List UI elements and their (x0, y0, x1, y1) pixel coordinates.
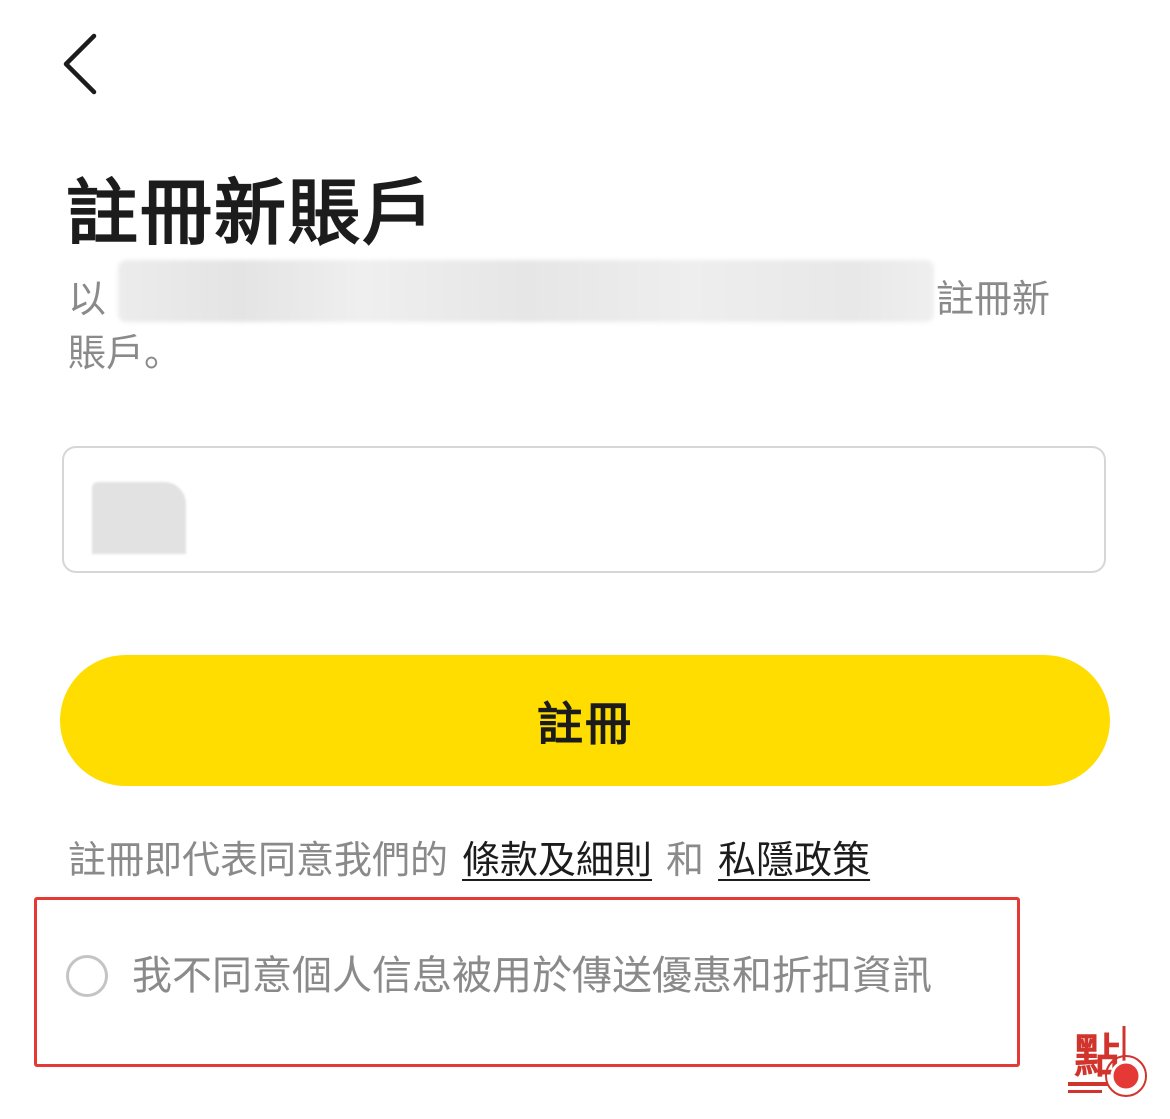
back-button[interactable] (50, 28, 110, 100)
register-button[interactable]: 註冊 (60, 655, 1110, 786)
chevron-left-icon (63, 33, 97, 95)
terms-link[interactable]: 條款及細則 (462, 838, 652, 882)
privacy-link[interactable]: 私隱政策 (718, 838, 870, 882)
subtitle-line2: 賬戶。 (68, 331, 183, 375)
terms-notice: 註冊即代表同意我們的 條款及細則和私隱政策 (68, 832, 870, 888)
subtitle-suffix: 註冊新 (936, 277, 1051, 321)
page-title: 註冊新賬戶 (66, 171, 437, 255)
consent-radio[interactable] (66, 955, 108, 997)
terms-conjunction: 和 (666, 838, 705, 882)
marketing-consent-option[interactable]: 我不同意個人信息被用於傳送優惠和折扣資訊 (66, 948, 932, 1004)
redacted-account-text (118, 260, 934, 322)
subtitle: 以 註冊新 賬戶。 (68, 260, 1050, 380)
watermark-logo: 點 (1068, 1026, 1147, 1097)
terms-prefix: 註冊即代表同意我們的 (68, 838, 449, 882)
consent-label: 我不同意個人信息被用於傳送優惠和折扣資訊 (132, 953, 932, 999)
subtitle-prefix: 以 (68, 277, 107, 321)
account-input-container[interactable] (62, 446, 1106, 573)
account-input[interactable] (204, 448, 1088, 573)
redacted-input-prefix (92, 482, 186, 554)
